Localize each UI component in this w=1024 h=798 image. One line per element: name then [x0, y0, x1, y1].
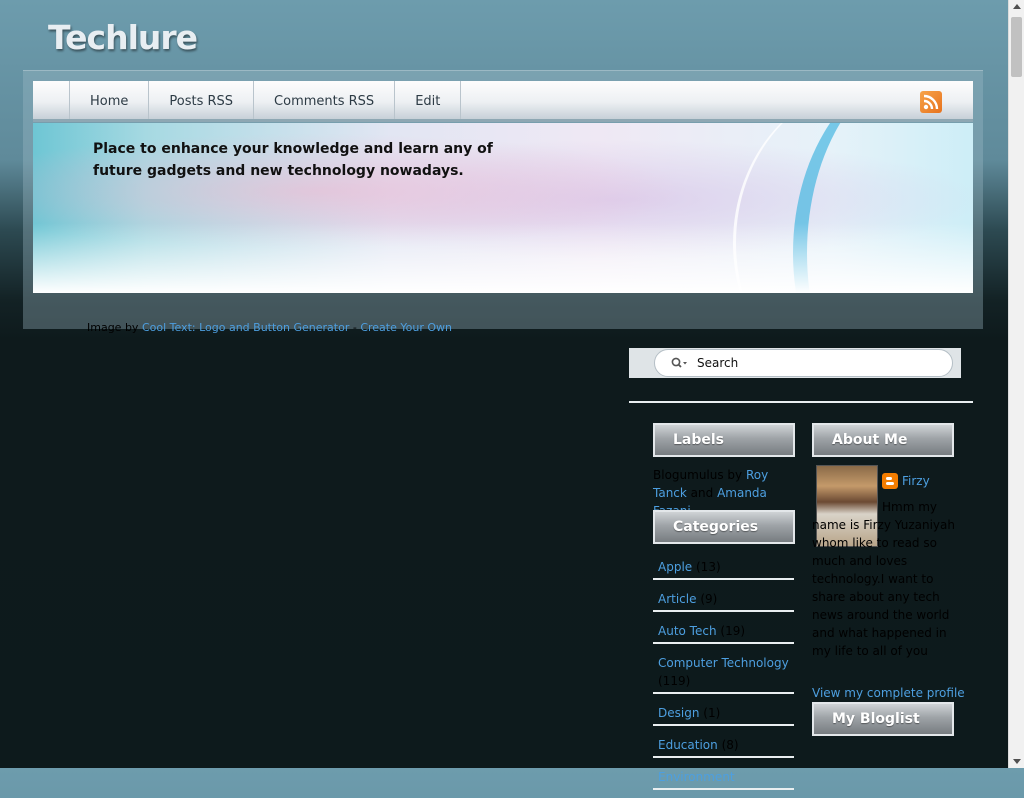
category-link-education[interactable]: Education: [658, 738, 718, 752]
view-profile-link[interactable]: View my complete profile: [812, 684, 965, 702]
category-count: (13): [696, 560, 721, 574]
credit-prefix: Image by: [87, 321, 142, 334]
category-item: Education (8): [653, 734, 794, 758]
sidebar-divider: [629, 401, 973, 403]
category-link-apple[interactable]: Apple: [658, 560, 692, 574]
site-logo[interactable]: Techlure: [48, 18, 198, 57]
page-scrollbar[interactable]: [1008, 0, 1024, 768]
category-count: (19): [720, 624, 746, 638]
category-link-article[interactable]: Article: [658, 592, 697, 606]
search-icon[interactable]: [671, 357, 687, 369]
categories-widget-title: Categories: [653, 510, 795, 544]
image-credit: Image by Cool Text: Logo and Button Gene…: [87, 321, 452, 334]
top-navigation: Home Posts RSS Comments RSS Edit: [33, 81, 973, 122]
bloglist-widget-title: My Bloglist: [812, 702, 954, 736]
category-count: (9): [700, 592, 718, 606]
labels-prefix: Blogumulus by: [653, 468, 746, 482]
category-item: Computer Technology (119): [653, 652, 794, 694]
category-count: (1): [703, 706, 721, 720]
category-count: (119): [658, 674, 691, 688]
category-count: (8): [721, 738, 739, 752]
about-bio: Hmm my name is Firzy Yuzaniyah whom like…: [812, 500, 955, 658]
nav-item-edit[interactable]: Edit: [395, 81, 462, 119]
categories-list: Apple (13) Article (9) Auto Tech (19) Co…: [653, 556, 794, 798]
about-widget-title: About Me: [812, 423, 954, 457]
category-link-environment[interactable]: Environment: [658, 770, 735, 784]
category-item: Environment: [653, 766, 794, 790]
category-item: Article (9): [653, 588, 794, 612]
search-input[interactable]: [697, 354, 937, 372]
nav-item-posts-rss[interactable]: Posts RSS: [149, 81, 255, 119]
create-your-own-link[interactable]: Create Your Own: [360, 321, 452, 334]
labels-widget-title: Labels: [653, 423, 795, 457]
credit-separator: -: [349, 321, 361, 334]
labels-joiner: and: [686, 486, 718, 500]
scroll-up-arrow-icon[interactable]: [1013, 4, 1021, 9]
category-link-computer-technology[interactable]: Computer Technology: [658, 656, 789, 670]
header-banner: Place to enhance your knowledge and lear…: [33, 123, 973, 293]
blogger-icon: [882, 473, 898, 489]
nav-item-comments-rss[interactable]: Comments RSS: [254, 81, 396, 119]
rss-feed-icon[interactable]: [920, 91, 942, 113]
banner-fade: [33, 223, 973, 293]
profile-name-link[interactable]: Firzy: [902, 472, 930, 490]
nav-menu: Home Posts RSS Comments RSS Edit: [69, 81, 462, 119]
category-item: Design (1): [653, 702, 794, 726]
cooltext-link[interactable]: Cool Text: Logo and Button Generator: [142, 321, 349, 334]
category-item: Apple (13): [653, 556, 794, 580]
category-link-design[interactable]: Design: [658, 706, 699, 720]
search-widget: [629, 348, 961, 378]
site-tagline: Place to enhance your knowledge and lear…: [93, 141, 493, 179]
scroll-thumb[interactable]: [1011, 17, 1022, 77]
search-field[interactable]: [654, 349, 953, 377]
category-item: Auto Tech (19): [653, 620, 794, 644]
category-link-auto-tech[interactable]: Auto Tech: [658, 624, 717, 638]
scroll-down-arrow-icon[interactable]: [1013, 759, 1021, 764]
nav-item-home[interactable]: Home: [70, 81, 150, 119]
